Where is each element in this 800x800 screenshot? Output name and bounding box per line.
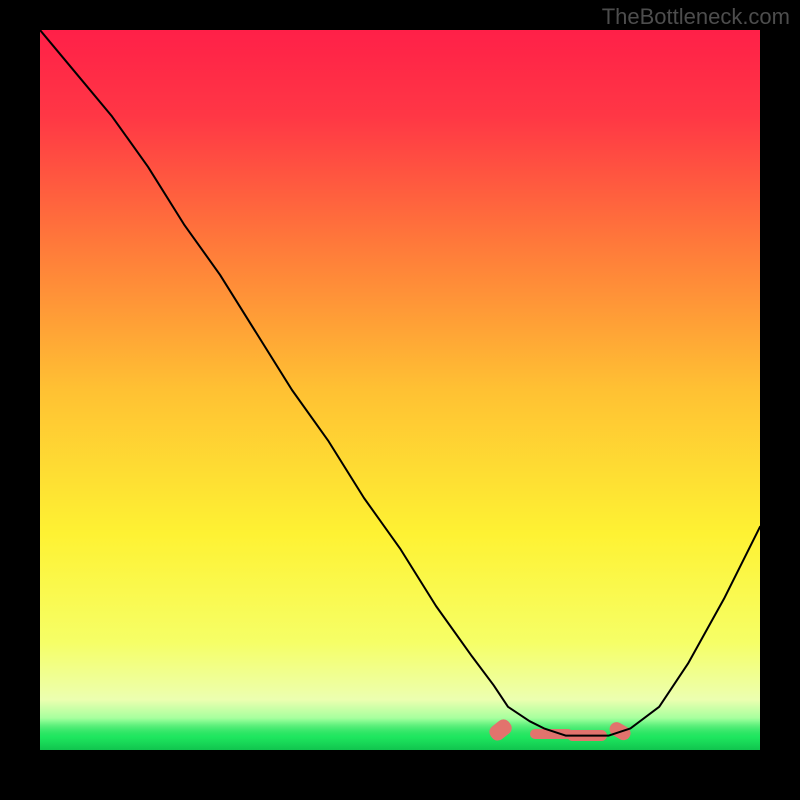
watermark-text: TheBottleneck.com [602,4,790,30]
plot-area [40,30,760,750]
bottleneck-curve [40,30,760,750]
chart-frame: TheBottleneck.com [0,0,800,800]
